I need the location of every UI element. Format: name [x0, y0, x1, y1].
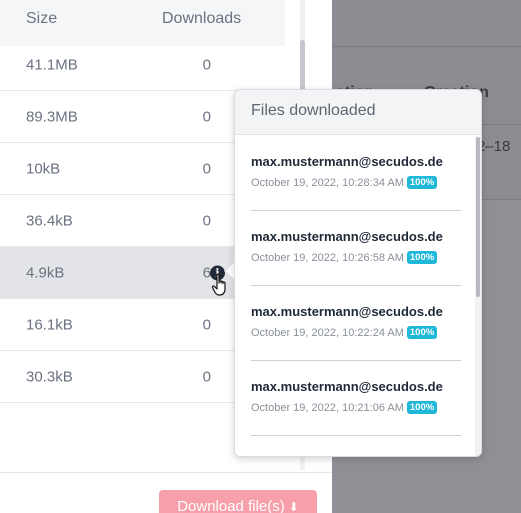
popover-header: Files downloaded	[235, 90, 481, 135]
download-files-button[interactable]: Download file(s) ⬇	[159, 490, 317, 513]
cell-size: 36.4kB	[26, 212, 73, 229]
cell-downloads: 0	[202, 368, 211, 385]
cell-downloads: 0	[202, 56, 211, 73]
cell-size: 10kB	[26, 160, 61, 177]
download-entry: max.mustermann@secudos.de October 19, 20…	[251, 286, 461, 361]
cell-size: 30.3kB	[26, 368, 73, 385]
cell-size: 89.3MB	[26, 108, 78, 125]
download-entry: max.mustermann@secudos.de October 19, 20…	[251, 361, 461, 436]
cell-downloads: 0	[202, 316, 211, 333]
background-cell: 2–18	[477, 138, 511, 155]
progress-badge: 100%	[406, 251, 438, 264]
download-entry: max.mustermann@secudos.de October 19, 20…	[251, 211, 461, 286]
footer-divider	[0, 472, 332, 473]
column-header-size[interactable]: Size	[26, 10, 57, 28]
cell-size: 4.9kB	[26, 264, 65, 281]
entry-email: max.mustermann@secudos.de	[251, 379, 443, 394]
progress-badge: 100%	[406, 326, 438, 339]
entry-email: max.mustermann@secudos.de	[251, 154, 443, 169]
cell-downloads: 0	[202, 108, 211, 125]
entry-date: October 19, 2022, 10:26:58 AM 100%	[251, 251, 438, 264]
progress-badge: 100%	[406, 176, 438, 189]
entry-email: max.mustermann@secudos.de	[251, 229, 443, 244]
cell-downloads: 0	[202, 160, 211, 177]
entry-email: max.mustermann@secudos.de	[251, 304, 443, 319]
entry-date: October 19, 2022, 10:21:06 AM 100%	[251, 401, 438, 414]
popover-title: Files downloaded	[251, 102, 376, 119]
download-button-label: Download file(s)	[177, 498, 285, 513]
download-entry: max.mustermann@secudos.de October 19, 20…	[251, 136, 461, 211]
cell-size: 16.1kB	[26, 316, 73, 333]
popover-scrollbar-thumb[interactable]	[476, 137, 480, 297]
hand-cursor-icon	[211, 273, 226, 296]
download-icon: ⬇	[288, 500, 299, 513]
entry-date: October 19, 2022, 10:28:34 AM 100%	[251, 176, 438, 189]
entry-date: October 19, 2022, 10:22:24 AM 100%	[251, 326, 438, 339]
table-row[interactable]: 41.1MB 0	[0, 39, 300, 91]
files-downloaded-popover: Files downloaded max.mustermann@secudos.…	[234, 89, 482, 457]
cell-downloads: 0	[202, 212, 211, 229]
progress-badge: 100%	[406, 401, 438, 414]
column-header-downloads[interactable]: Downloads	[162, 10, 241, 28]
background-divider	[332, 46, 521, 47]
cell-size: 41.1MB	[26, 56, 78, 73]
